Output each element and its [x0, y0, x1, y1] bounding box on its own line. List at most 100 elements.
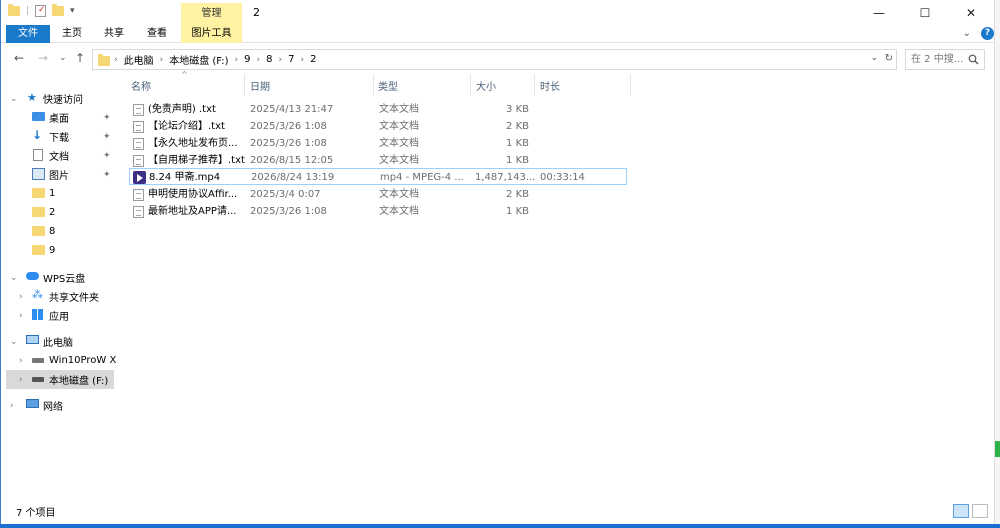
window-title: 2	[253, 6, 260, 19]
tab-home[interactable]: 主页	[54, 25, 90, 43]
breadcrumb-9[interactable]: 9	[244, 54, 250, 65]
file-date: 2025/3/4 0:07	[250, 189, 321, 200]
column-divider[interactable]	[470, 74, 471, 96]
chevron-down-icon[interactable]: ⌄	[10, 94, 18, 104]
sidebar-item-label: 本地磁盘 (F:)	[49, 376, 109, 387]
column-header-size[interactable]: 大小	[476, 79, 496, 97]
column-header-date[interactable]: 日期	[250, 79, 270, 97]
tab-share[interactable]: 共享	[96, 25, 132, 43]
sidebar-item-label: 快速访问	[43, 95, 83, 106]
window-border	[0, 0, 1, 528]
sidebar-item-label: 共享文件夹	[49, 293, 99, 304]
sidebar-item-shared-folder[interactable]: › ⁂ 共享文件夹	[0, 287, 116, 306]
recent-locations-button[interactable]: ⌄	[59, 53, 67, 63]
customize-qat-icon[interactable]: ▾	[70, 6, 75, 16]
breadcrumb-this-pc[interactable]: 此电脑	[124, 52, 154, 67]
tab-view[interactable]: 查看	[138, 25, 176, 43]
sidebar-item-apps[interactable]: › 应用	[0, 306, 116, 325]
breadcrumb-8[interactable]: 8	[266, 54, 272, 65]
file-date: 2025/4/13 21:47	[250, 104, 334, 115]
breadcrumb-separator: ›	[114, 54, 118, 65]
sidebar-item-documents[interactable]: 文档 ✦	[0, 146, 116, 165]
chevron-right-icon[interactable]: ›	[19, 375, 23, 385]
column-divider[interactable]	[630, 74, 631, 96]
column-divider[interactable]	[244, 74, 245, 96]
sidebar-item-win10-drive[interactable]: › Win10ProW X	[0, 351, 116, 370]
file-row[interactable]: 【永久地址发布页... 2025/3/26 1:08 文本文档 1 KB	[129, 135, 627, 152]
file-type: 文本文档	[379, 121, 419, 132]
file-date: 2026/8/24 13:19	[251, 172, 335, 183]
sidebar-item-label: 文档	[49, 152, 69, 163]
file-row[interactable]: 申明使用协议Affir... 2025/3/4 0:07 文本文档 2 KB	[129, 186, 627, 203]
chevron-down-icon[interactable]: ⌄	[10, 273, 18, 283]
sidebar-item-local-disk-f[interactable]: › 本地磁盘 (F:)	[6, 370, 114, 389]
text-file-icon	[133, 104, 144, 116]
picture-icon	[32, 168, 45, 180]
file-row-selected[interactable]: 8.24 甲斋.mp4 2026/8/24 13:19 mp4 - MPEG-4…	[129, 168, 627, 185]
details-view-button[interactable]	[953, 504, 969, 518]
column-header-name[interactable]: 名称	[131, 79, 151, 97]
chevron-right-icon[interactable]: ›	[10, 401, 14, 411]
up-button[interactable]: ↑	[75, 51, 85, 65]
new-folder-icon[interactable]	[52, 4, 65, 16]
minimize-button[interactable]: —	[856, 0, 902, 25]
file-row[interactable]: 【自用梯子推荐】.txt 2026/8/15 12:05 文本文档 1 KB	[129, 152, 627, 169]
sidebar-item-this-pc[interactable]: ⌄ 此电脑	[0, 332, 116, 351]
breadcrumb-drive[interactable]: 本地磁盘 (F:)	[169, 52, 228, 67]
file-name: 【自用梯子推荐】.txt	[148, 155, 245, 166]
chevron-right-icon[interactable]: ›	[19, 356, 23, 366]
sidebar-item-folder-2[interactable]: 2	[0, 203, 116, 222]
sidebar-item-label: 2	[49, 207, 56, 218]
properties-icon[interactable]: ✓	[35, 5, 47, 17]
sidebar-item-network[interactable]: › 网络	[0, 396, 116, 415]
taskbar-edge	[0, 524, 1000, 528]
file-row[interactable]: (免责声明) .txt 2025/4/13 21:47 文本文档 3 KB	[129, 101, 627, 118]
close-button[interactable]: ✕	[948, 0, 994, 25]
file-row[interactable]: 最新地址及APP请... 2025/3/26 1:08 文本文档 1 KB	[129, 203, 627, 220]
help-icon[interactable]: ?	[981, 27, 994, 40]
ribbon-tabs: 文件 主页 共享 查看 图片工具 ⌄ ?	[0, 25, 994, 43]
sidebar-item-pictures[interactable]: 图片 ✦	[0, 165, 116, 184]
document-icon	[33, 149, 43, 161]
file-size: 1,487,143...	[475, 172, 535, 183]
sidebar-item-folder-1[interactable]: 1	[0, 184, 116, 203]
maximize-button[interactable]: ☐	[902, 0, 948, 25]
sidebar-item-wps-cloud[interactable]: ⌄ WPS云盘	[0, 268, 116, 287]
breadcrumb-separator: ›	[300, 54, 305, 65]
file-duration: 00:33:14	[540, 172, 585, 183]
chevron-down-icon[interactable]: ⌄	[10, 337, 18, 347]
file-name: (免责声明) .txt	[148, 104, 216, 115]
sidebar-item-desktop[interactable]: 桌面 ✦	[0, 108, 116, 127]
large-icons-view-button[interactable]	[972, 504, 988, 518]
sidebar-item-folder-8[interactable]: 8	[0, 222, 116, 241]
column-header-duration[interactable]: 时长	[540, 79, 560, 97]
pin-icon: ✦	[103, 131, 111, 142]
sidebar-item-downloads[interactable]: ↓ 下载 ✦	[0, 127, 116, 146]
sidebar-item-folder-9[interactable]: 9	[0, 241, 116, 260]
column-divider[interactable]	[373, 74, 374, 96]
chevron-right-icon[interactable]: ›	[19, 311, 23, 321]
download-icon: ↓	[32, 128, 43, 142]
pin-icon: ✦	[103, 150, 111, 161]
folder-icon	[32, 188, 45, 198]
refresh-icon[interactable]: ↻	[885, 53, 893, 64]
file-row[interactable]: 【论坛介绍】.txt 2025/3/26 1:08 文本文档 2 KB	[129, 118, 627, 135]
breadcrumb-2[interactable]: 2	[310, 54, 316, 65]
share-folder-icon: ⁂	[32, 288, 43, 301]
address-dropdown-icon[interactable]: ⌄	[870, 53, 878, 63]
sidebar-item-label: 图片	[49, 171, 69, 182]
column-divider[interactable]	[534, 74, 535, 96]
forward-button[interactable]: →	[38, 51, 48, 65]
sidebar-item-quick-access[interactable]: ⌄ ★ 快速访问	[0, 89, 116, 108]
back-button[interactable]: ←	[14, 51, 24, 65]
tab-picture-tools[interactable]: 图片工具	[181, 25, 242, 43]
chevron-down-icon[interactable]: ⌄	[963, 28, 971, 39]
title-bar: | ✓ ▾ 管理 2 — ☐ ✕	[0, 0, 994, 25]
column-header-type[interactable]: 类型	[378, 79, 398, 97]
chevron-right-icon[interactable]: ›	[19, 292, 23, 302]
tab-file[interactable]: 文件	[6, 25, 50, 43]
breadcrumb-7[interactable]: 7	[288, 54, 294, 65]
search-input[interactable]: 在 2 中搜...	[905, 49, 985, 70]
address-bar[interactable]: › 此电脑 › 本地磁盘 (F:) › 9 › 8 › 7 › 2 ⌄ ↻	[92, 49, 897, 70]
pin-icon: ✦	[103, 169, 111, 180]
